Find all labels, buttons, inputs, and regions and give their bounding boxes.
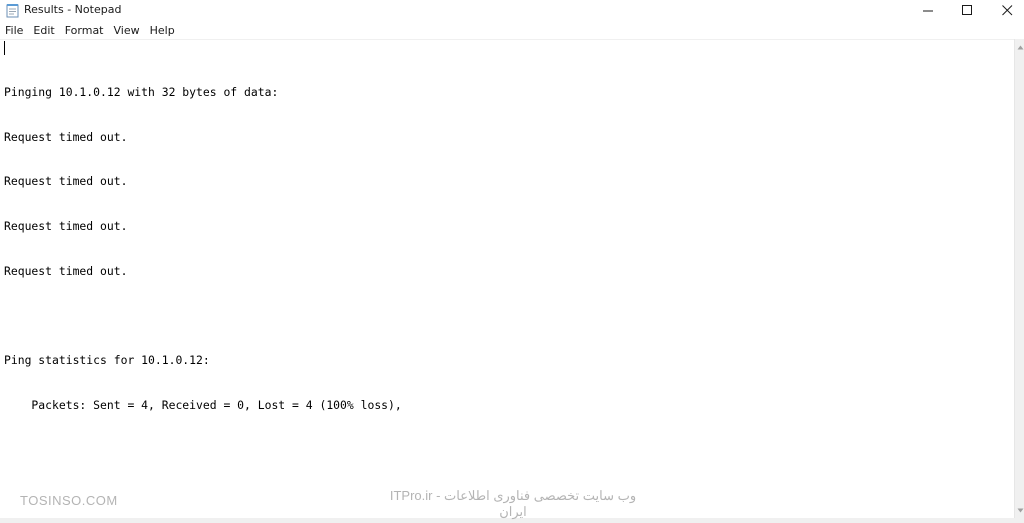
window-title: Results - Notepad [24,3,122,16]
menu-edit[interactable]: Edit [28,23,59,39]
watermark-tosinso: TOSINSO.COM [20,493,118,508]
text-editor[interactable]: Pinging 10.1.0.12 with 32 bytes of data:… [0,39,1014,518]
document-line: Packets: Sent = 4, Received = 0, Lost = … [4,397,402,412]
document-line: Request timed out. [4,263,128,278]
scroll-up-icon[interactable] [1015,42,1024,52]
minimize-icon [922,5,934,16]
notepad-icon [6,3,19,18]
notepad-window: Results - Notepad File Edit Format View [0,0,1024,523]
maximize-button[interactable] [947,0,987,20]
menu-bar: File Edit Format View Help [0,22,180,39]
minimize-button[interactable] [908,0,948,20]
vertical-scrollbar[interactable] [1014,39,1024,518]
close-icon [1001,4,1013,16]
text-caret [4,41,5,55]
watermark-itpro: ITPro.ir - وب سایت تخصصی فناوری اطلاعات … [389,488,637,519]
document-line: Request timed out. [4,174,128,189]
document-line: Ping statistics for 10.1.0.12: [4,353,210,368]
menu-file[interactable]: File [0,23,28,39]
document-line [4,308,402,323]
title-bar[interactable]: Results - Notepad [0,0,1024,20]
maximize-icon [961,4,973,16]
document-line: Pinging 10.1.0.12 with 32 bytes of data: [4,84,279,99]
document-line: Request timed out. [4,218,128,233]
scroll-down-icon[interactable] [1015,505,1024,515]
document-content: Pinging 10.1.0.12 with 32 bytes of data:… [4,55,402,442]
menu-view[interactable]: View [109,23,145,39]
document-line: Request timed out. [4,129,128,144]
menu-help[interactable]: Help [145,23,180,39]
menu-format[interactable]: Format [60,23,109,39]
close-button[interactable] [987,0,1024,20]
